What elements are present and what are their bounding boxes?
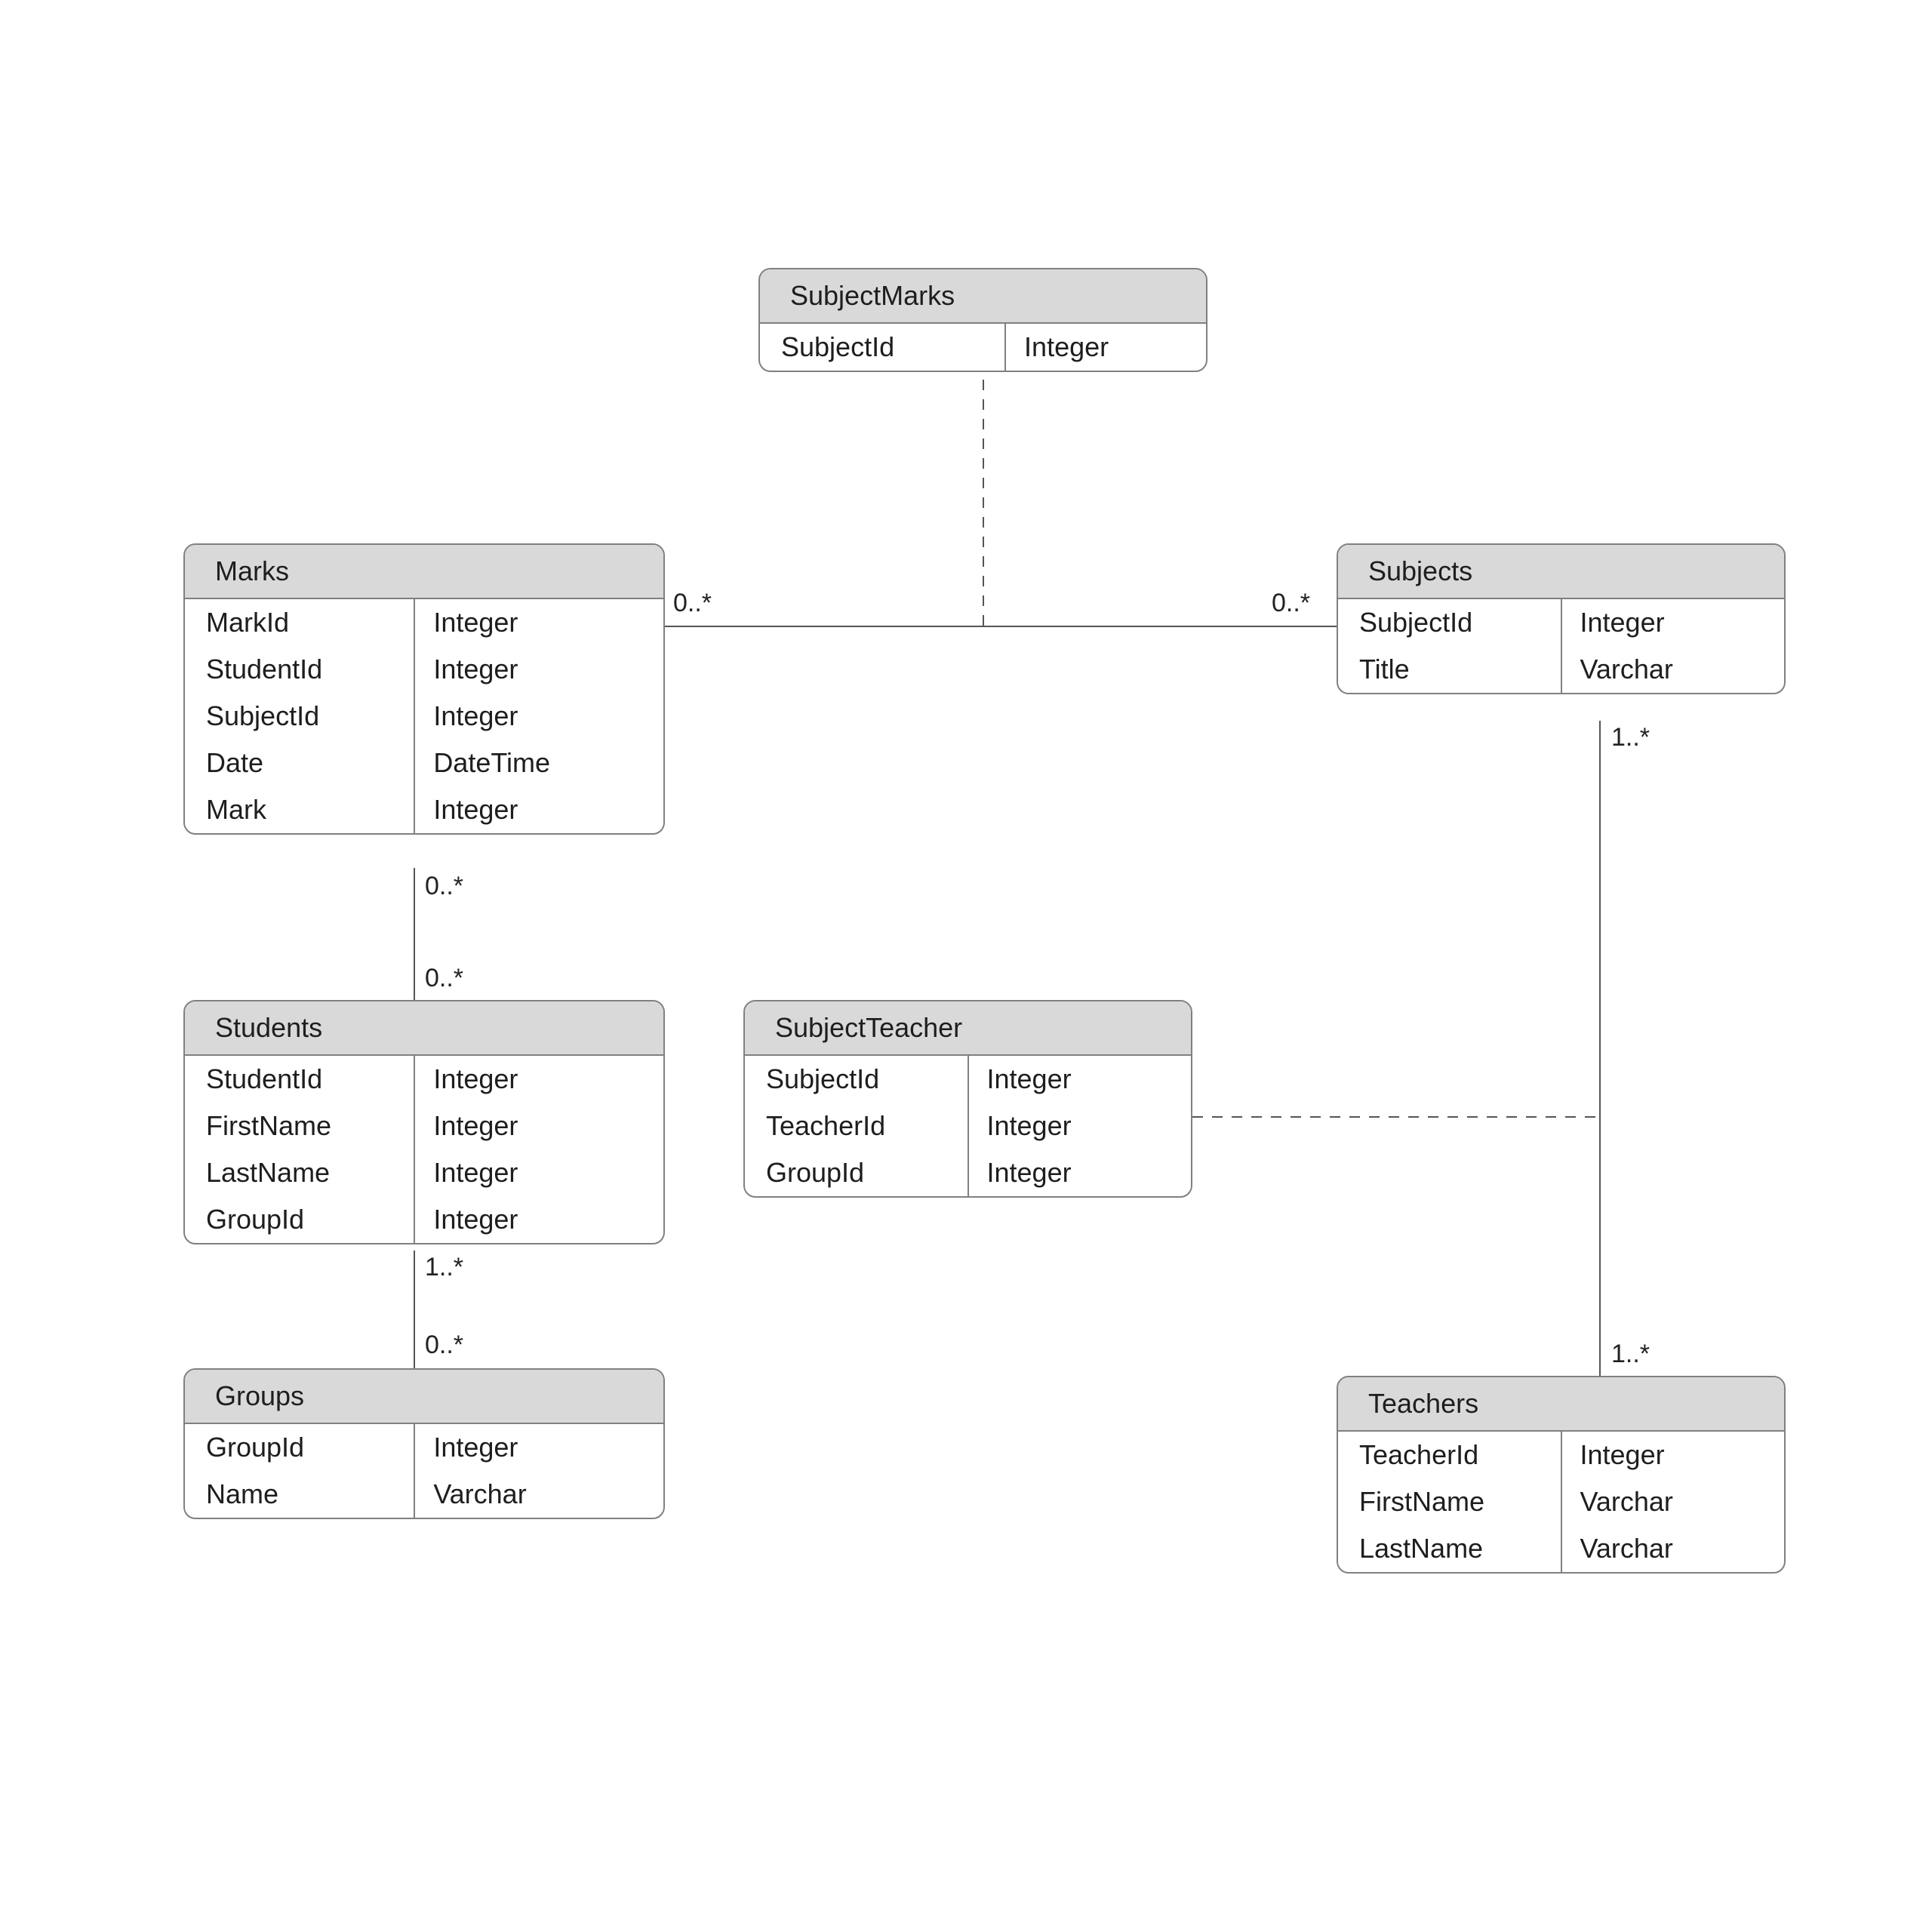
field-name: SubjectId [760, 324, 1005, 371]
field-name: Mark [185, 786, 414, 833]
cardinality-label: 0..* [1272, 589, 1310, 618]
field-type: Integer [414, 1149, 663, 1196]
cardinality-label: 1..* [1611, 1340, 1650, 1369]
entity-title: Marks [185, 545, 663, 599]
field-type: Integer [414, 1196, 663, 1243]
cardinality-label: 1..* [1611, 723, 1650, 752]
field-name: GroupId [745, 1149, 968, 1196]
entity-title: SubjectMarks [760, 269, 1206, 324]
field-row: MarkInteger [185, 786, 663, 833]
field-row: SubjectIdInteger [745, 1056, 1191, 1103]
field-type: Integer [968, 1103, 1192, 1149]
field-row: SubjectIdInteger [1338, 599, 1784, 646]
field-name: Name [185, 1471, 414, 1518]
entity-subjects: Subjects SubjectIdInteger TitleVarchar [1337, 543, 1786, 694]
field-name: SubjectId [185, 693, 414, 740]
field-type: Integer [968, 1149, 1192, 1196]
cardinality-label: 0..* [673, 589, 712, 618]
field-type: Varchar [1561, 1525, 1785, 1572]
field-type: Integer [1005, 324, 1206, 371]
field-row: FirstNameVarchar [1338, 1478, 1784, 1525]
cardinality-label: 0..* [425, 1331, 463, 1360]
cardinality-label: 1..* [425, 1253, 463, 1282]
field-row: FirstNameInteger [185, 1103, 663, 1149]
field-row: LastNameInteger [185, 1149, 663, 1196]
entity-title: SubjectTeacher [745, 1001, 1191, 1056]
entity-groups: Groups GroupIdInteger NameVarchar [183, 1368, 665, 1519]
cardinality-label: 0..* [425, 964, 463, 993]
field-name: Title [1338, 646, 1561, 693]
field-type: Integer [414, 599, 663, 646]
field-name: SubjectId [745, 1056, 968, 1103]
field-row: TitleVarchar [1338, 646, 1784, 693]
field-row: StudentIdInteger [185, 646, 663, 693]
field-name: SubjectId [1338, 599, 1561, 646]
entity-teachers: Teachers TeacherIdInteger FirstNameVarch… [1337, 1376, 1786, 1574]
field-row: StudentIdInteger [185, 1056, 663, 1103]
entity-title: Groups [185, 1370, 663, 1424]
field-row: GroupIdInteger [185, 1196, 663, 1243]
field-name: FirstName [1338, 1478, 1561, 1525]
field-row: LastNameVarchar [1338, 1525, 1784, 1572]
field-type: Varchar [1561, 646, 1785, 693]
field-row: GroupIdInteger [745, 1149, 1191, 1196]
field-type: Varchar [1561, 1478, 1785, 1525]
field-row: DateDateTime [185, 740, 663, 786]
field-type: Integer [1561, 599, 1785, 646]
field-name: StudentId [185, 646, 414, 693]
field-name: StudentId [185, 1056, 414, 1103]
field-row: TeacherIdInteger [1338, 1432, 1784, 1478]
field-row: NameVarchar [185, 1471, 663, 1518]
entity-subjectmarks: SubjectMarks SubjectId Integer [758, 268, 1208, 372]
field-type: Integer [414, 693, 663, 740]
field-row: MarkIdInteger [185, 599, 663, 646]
field-row: GroupIdInteger [185, 1424, 663, 1471]
field-type: Varchar [414, 1471, 663, 1518]
field-type: Integer [414, 1424, 663, 1471]
field-row: SubjectId Integer [760, 324, 1206, 371]
field-type: Integer [414, 1103, 663, 1149]
er-diagram-canvas: { "entities": { "subjectmarks": { "title… [0, 0, 1932, 1932]
entity-title: Students [185, 1001, 663, 1056]
entity-subjectteacher: SubjectTeacher SubjectIdInteger TeacherI… [743, 1000, 1192, 1198]
field-type: Integer [1561, 1432, 1785, 1478]
field-name: LastName [185, 1149, 414, 1196]
field-type: DateTime [414, 740, 663, 786]
field-type: Integer [414, 646, 663, 693]
field-name: MarkId [185, 599, 414, 646]
field-name: TeacherId [1338, 1432, 1561, 1478]
field-type: Integer [414, 786, 663, 833]
field-name: Date [185, 740, 414, 786]
cardinality-label: 0..* [425, 872, 463, 901]
field-name: TeacherId [745, 1103, 968, 1149]
field-name: GroupId [185, 1424, 414, 1471]
field-type: Integer [414, 1056, 663, 1103]
entity-students: Students StudentIdInteger FirstNameInteg… [183, 1000, 665, 1244]
field-name: FirstName [185, 1103, 414, 1149]
field-name: LastName [1338, 1525, 1561, 1572]
entity-title: Subjects [1338, 545, 1784, 599]
entity-title: Teachers [1338, 1377, 1784, 1432]
field-row: SubjectIdInteger [185, 693, 663, 740]
field-name: GroupId [185, 1196, 414, 1243]
field-row: TeacherIdInteger [745, 1103, 1191, 1149]
entity-marks: Marks MarkIdInteger StudentIdInteger Sub… [183, 543, 665, 835]
field-type: Integer [968, 1056, 1192, 1103]
